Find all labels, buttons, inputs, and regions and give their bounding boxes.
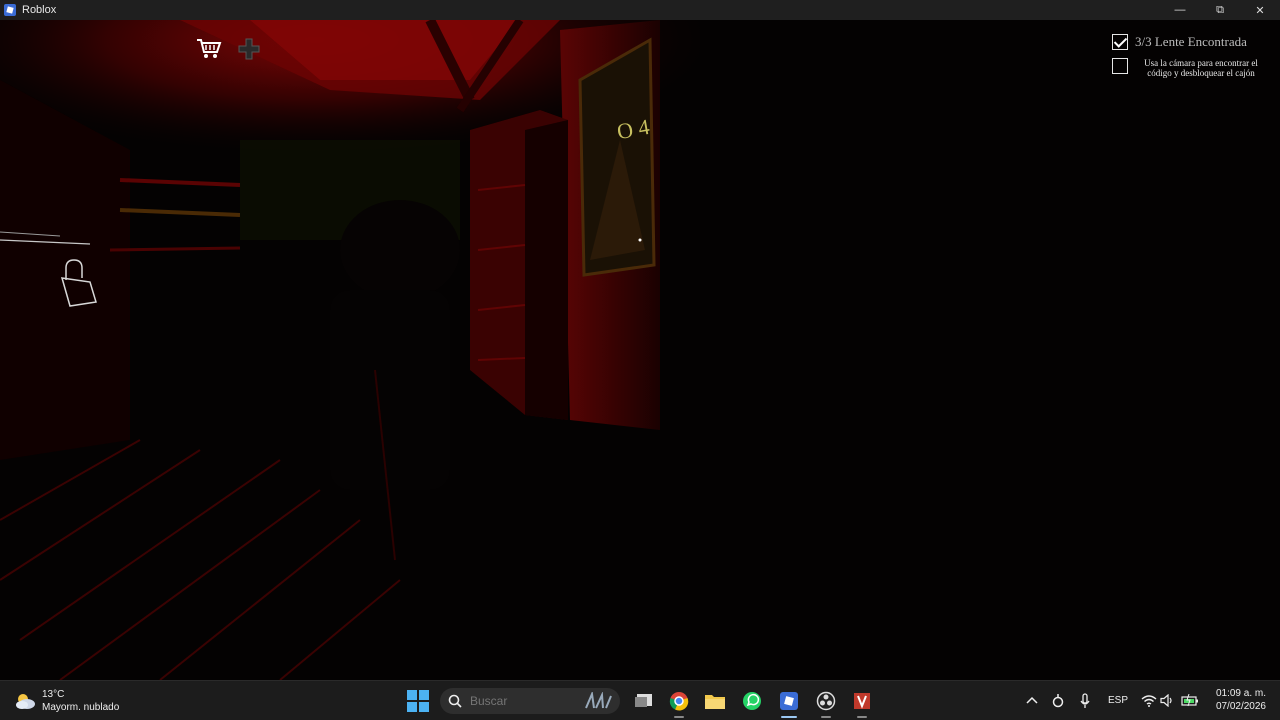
- taskbar-clock[interactable]: 01:09 a. m. 07/02/2026: [1216, 687, 1266, 713]
- objective-item: Usa la cámara para encontrar el código y…: [1112, 58, 1268, 78]
- close-button[interactable]: ✕: [1240, 0, 1280, 20]
- objectives-panel: 3/3 Lente Encontrada Usa la cámara para …: [1112, 34, 1268, 86]
- microphone-icon[interactable]: [1080, 693, 1090, 709]
- file-explorer-icon[interactable]: [703, 689, 727, 713]
- objective-checkbox-unchecked: [1112, 58, 1128, 74]
- battery-icon[interactable]: [1181, 694, 1199, 707]
- whatsapp-icon[interactable]: [740, 689, 764, 713]
- studio-icon[interactable]: [850, 689, 874, 718]
- chevron-up-icon[interactable]: [1026, 695, 1038, 705]
- objective-text: Usa la cámara para encontrar el código y…: [1144, 58, 1258, 78]
- weather-widget[interactable]: 13°C Mayorm. nublado: [14, 688, 119, 714]
- search-highlight-icon: [584, 690, 614, 710]
- roblox-taskbar-icon[interactable]: [777, 689, 801, 718]
- search-icon: [448, 694, 462, 708]
- window-titlebar: Roblox — ⧉ ✕: [0, 0, 1280, 20]
- cart-icon[interactable]: [192, 34, 226, 64]
- maximize-button[interactable]: ⧉: [1200, 0, 1240, 20]
- minimize-button[interactable]: —: [1160, 0, 1200, 20]
- game-viewport[interactable]: O 4 3/3 Lente Encontrada Usa la cámara p…: [0, 20, 1280, 680]
- clock-date: 07/02/2026: [1215, 701, 1266, 712]
- taskbar-search[interactable]: [440, 688, 620, 714]
- window-title: Roblox: [22, 4, 57, 16]
- volume-icon[interactable]: [1160, 694, 1174, 707]
- onedrive-icon[interactable]: [1052, 694, 1064, 708]
- window-controls: — ⧉ ✕: [1160, 0, 1280, 20]
- objective-checkbox-checked: [1112, 34, 1128, 50]
- language-indicator[interactable]: ESP: [1108, 695, 1128, 706]
- task-view-icon[interactable]: [632, 689, 656, 713]
- game-scene: O 4: [0, 20, 700, 680]
- objective-text: 3/3 Lente Encontrada: [1135, 34, 1247, 49]
- search-input[interactable]: [470, 694, 570, 708]
- clock-time: 01:09 a. m.: [1215, 688, 1266, 699]
- obs-icon[interactable]: [814, 689, 838, 718]
- objective-item: 3/3 Lente Encontrada: [1112, 34, 1268, 50]
- wifi-icon[interactable]: [1141, 694, 1157, 707]
- cloudy-weather-icon: [14, 691, 36, 711]
- taskbar: 13°C Mayorm. nublado Buscar ESP 01:09 a.…: [0, 680, 1280, 720]
- chrome-icon[interactable]: [667, 689, 691, 718]
- weather-description: Mayorm. nublado: [42, 702, 120, 713]
- plus-icon[interactable]: [232, 34, 266, 64]
- hud-buttons: [192, 34, 266, 64]
- windows-start-button[interactable]: [407, 690, 429, 712]
- roblox-app-icon: [4, 4, 16, 16]
- weather-temperature: 13°C: [42, 689, 65, 700]
